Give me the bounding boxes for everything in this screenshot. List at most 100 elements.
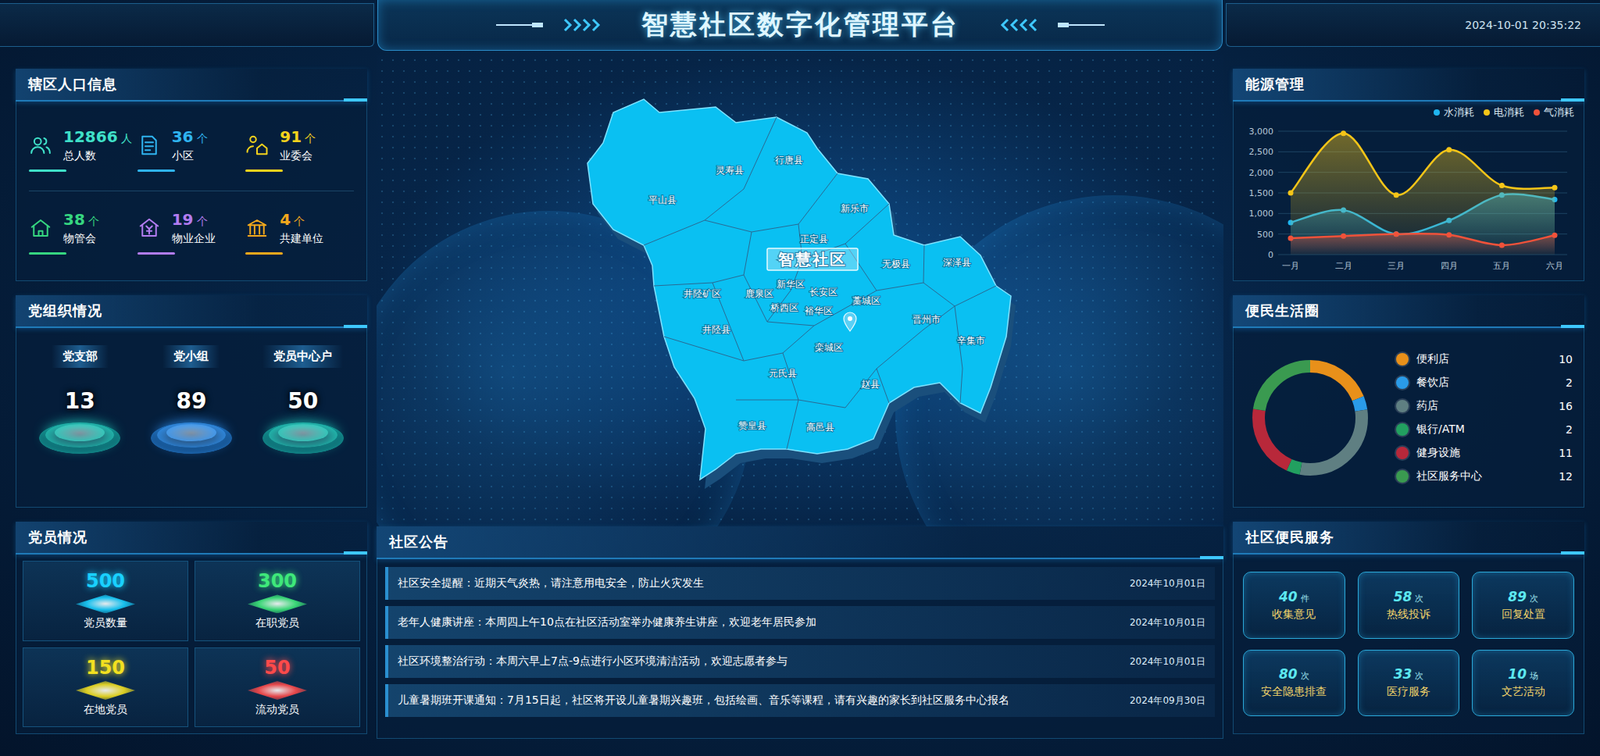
notice-date: 2024年10月01日 bbox=[1129, 616, 1206, 630]
series-point[interactable] bbox=[1393, 231, 1400, 237]
party-org-body: 党支部 13党小组 89党员中心户 50 bbox=[15, 328, 368, 508]
panel-title: 党组织情况 bbox=[28, 301, 103, 321]
donut-segment[interactable] bbox=[1258, 366, 1362, 470]
member-label: 党员数量 bbox=[83, 616, 128, 631]
series-point[interactable] bbox=[1499, 242, 1505, 248]
district-label[interactable]: 赞皇县 bbox=[738, 420, 767, 432]
service-unit: 次 bbox=[1414, 593, 1424, 604]
stat-label: 物业企业 bbox=[171, 232, 247, 247]
legend-item[interactable]: 气消耗 bbox=[1533, 105, 1575, 120]
disc: 89 bbox=[148, 378, 235, 465]
life-legend-row[interactable]: 药店 16 bbox=[1396, 399, 1573, 414]
life-legend-row[interactable]: 银行/ATM 2 bbox=[1396, 422, 1573, 437]
legend-item[interactable]: 电消耗 bbox=[1483, 105, 1525, 120]
line-deco-icon bbox=[492, 15, 611, 35]
stat-underline bbox=[137, 169, 175, 172]
district-label[interactable]: 桥西区 bbox=[769, 302, 799, 314]
life-legend-row[interactable]: 社区服务中心 12 bbox=[1396, 469, 1573, 484]
x-tick: 四月 bbox=[1440, 260, 1458, 272]
district-label[interactable]: 裕华区 bbox=[804, 305, 833, 317]
member-label: 在地党员 bbox=[83, 703, 128, 718]
district-label[interactable]: 井陉县 bbox=[702, 324, 731, 336]
service-tile[interactable]: 40件 收集意见 bbox=[1242, 571, 1346, 640]
district-label[interactable]: 鹿泉区 bbox=[745, 288, 774, 300]
notice-row[interactable]: 老年人健康讲座：本周四上午10点在社区活动室举办健康养生讲座，欢迎老年居民参加 … bbox=[385, 606, 1215, 640]
life-value: 11 bbox=[1558, 446, 1573, 460]
donut-segment[interactable] bbox=[1258, 366, 1362, 470]
series-point[interactable] bbox=[1552, 185, 1558, 191]
service-tile[interactable]: 33次 医疗服务 bbox=[1357, 650, 1461, 718]
series-point[interactable] bbox=[1446, 146, 1452, 153]
region-map[interactable]: 平山县 灵寿县 行唐县新乐市正定县无极县 深泽县井陉矿区 鹿泉区新华区长安区桥西区裕华区… bbox=[376, 54, 1224, 527]
series-point[interactable] bbox=[1552, 232, 1558, 239]
party-members-panel: 党员情况 500 党员数量300 在职党员150 在地党员50 流动党员 bbox=[15, 521, 368, 735]
energy-panel: 能源管理 水消耗电消耗气消耗 05001,0001,5002,0002,5003… bbox=[1232, 68, 1585, 282]
org-value: 89 bbox=[176, 388, 208, 465]
donut-segment[interactable] bbox=[1258, 366, 1362, 470]
service-tile[interactable]: 10场 文艺活动 bbox=[1471, 650, 1575, 718]
life-legend-row[interactable]: 健身设施 11 bbox=[1396, 446, 1573, 461]
legend-item[interactable]: 水消耗 bbox=[1433, 105, 1475, 120]
district-label[interactable]: 井陉矿区 bbox=[683, 288, 722, 300]
series-point[interactable] bbox=[1288, 235, 1294, 241]
life-legend-row[interactable]: 餐饮店 2 bbox=[1396, 375, 1573, 390]
district-label[interactable]: 赵县 bbox=[860, 378, 880, 390]
life-label: 药店 bbox=[1416, 399, 1551, 414]
service-label: 热线投诉 bbox=[1386, 607, 1431, 622]
district-label[interactable]: 行唐县 bbox=[775, 154, 804, 166]
district-label[interactable]: 新华区 bbox=[776, 278, 805, 290]
district-label[interactable]: 栾城区 bbox=[814, 342, 843, 354]
stat-text: 91个 业委会 bbox=[279, 127, 354, 164]
series-point[interactable] bbox=[1288, 190, 1294, 197]
series-point[interactable] bbox=[1393, 231, 1400, 237]
map[interactable]: 平山县 灵寿县 行唐县新乐市正定县无极县 深泽县井陉矿区 鹿泉区新华区长安区桥西区裕华区… bbox=[376, 54, 1224, 527]
district-label[interactable]: 辛集市 bbox=[957, 335, 986, 347]
district-label[interactable]: 平山县 bbox=[648, 194, 677, 206]
district-label[interactable]: 元氏县 bbox=[768, 367, 797, 379]
donut-segment[interactable] bbox=[1258, 366, 1362, 470]
service-tile[interactable]: 89次 回复处置 bbox=[1471, 571, 1575, 640]
district-border bbox=[643, 117, 777, 246]
legend-dot bbox=[1533, 109, 1540, 116]
notice-row[interactable]: 儿童暑期班开课通知：7月15日起，社区将开设儿童暑期兴趣班，包括绘画、音乐等课程… bbox=[385, 684, 1215, 718]
map-region[interactable] bbox=[587, 99, 1011, 480]
party-org-panel: 党组织情况 党支部 13党小组 89党员中心户 50 bbox=[15, 295, 368, 508]
x-tick: 三月 bbox=[1387, 260, 1405, 272]
member-value: 50 bbox=[264, 657, 290, 679]
series-point[interactable] bbox=[1499, 182, 1505, 189]
district-label[interactable]: 新乐市 bbox=[840, 203, 869, 215]
district-label[interactable]: 深泽县 bbox=[942, 257, 972, 268]
rhombus-icon bbox=[75, 594, 136, 614]
district-label[interactable]: 长安区 bbox=[809, 286, 838, 298]
district-label[interactable]: 正定县 bbox=[800, 233, 829, 245]
stat-text: 19个 物业企业 bbox=[171, 210, 247, 247]
notice-row[interactable]: 社区安全提醒：近期天气炎热，请注意用电安全，防止火灾发生 2024年10月01日 bbox=[385, 567, 1215, 600]
notice-row[interactable]: 社区环境整治行动：本周六早上7点-9点进行小区环境清洁活动，欢迎志愿者参与 20… bbox=[385, 645, 1215, 679]
stat-unit: 个 bbox=[293, 214, 305, 228]
series-point[interactable] bbox=[1446, 232, 1452, 238]
life-circle-panel: 便民生活圈 便利店 10 餐饮店 2 药店 16 银行/ATM 2 健身设施 1… bbox=[1232, 295, 1585, 508]
series-point[interactable] bbox=[1393, 192, 1400, 198]
series-point[interactable] bbox=[1340, 233, 1347, 240]
org-value: 50 bbox=[287, 388, 318, 465]
left-column: 辖区人口信息 12866人 总人数 36个 小区 91个 业委会 38个 物管会… bbox=[15, 68, 368, 740]
stat-icon bbox=[28, 133, 53, 158]
pin-icon[interactable] bbox=[843, 312, 857, 332]
district-label[interactable]: 无极县 bbox=[882, 258, 911, 270]
donut-segment[interactable] bbox=[1258, 366, 1362, 470]
district-label[interactable]: 晋州市 bbox=[912, 314, 941, 325]
stat-text: 12866人 总人数 bbox=[63, 127, 138, 164]
service-tile[interactable]: 58次 热线投诉 bbox=[1357, 571, 1461, 640]
donut-segment[interactable] bbox=[1258, 366, 1362, 470]
life-legend-row[interactable]: 便利店 10 bbox=[1396, 352, 1573, 367]
district-label[interactable]: 灵寿县 bbox=[715, 164, 744, 176]
population-stat: 91个 业委会 bbox=[245, 107, 354, 192]
life-value: 10 bbox=[1558, 353, 1573, 366]
service-tile[interactable]: 80次 安全隐患排查 bbox=[1242, 650, 1346, 718]
service-label: 医疗服务 bbox=[1386, 685, 1431, 700]
series-point[interactable] bbox=[1340, 130, 1347, 136]
stat-icon bbox=[137, 133, 161, 158]
series-line bbox=[1290, 133, 1555, 196]
district-label[interactable]: 高邑县 bbox=[806, 421, 835, 433]
district-label[interactable]: 藁城区 bbox=[852, 295, 881, 307]
